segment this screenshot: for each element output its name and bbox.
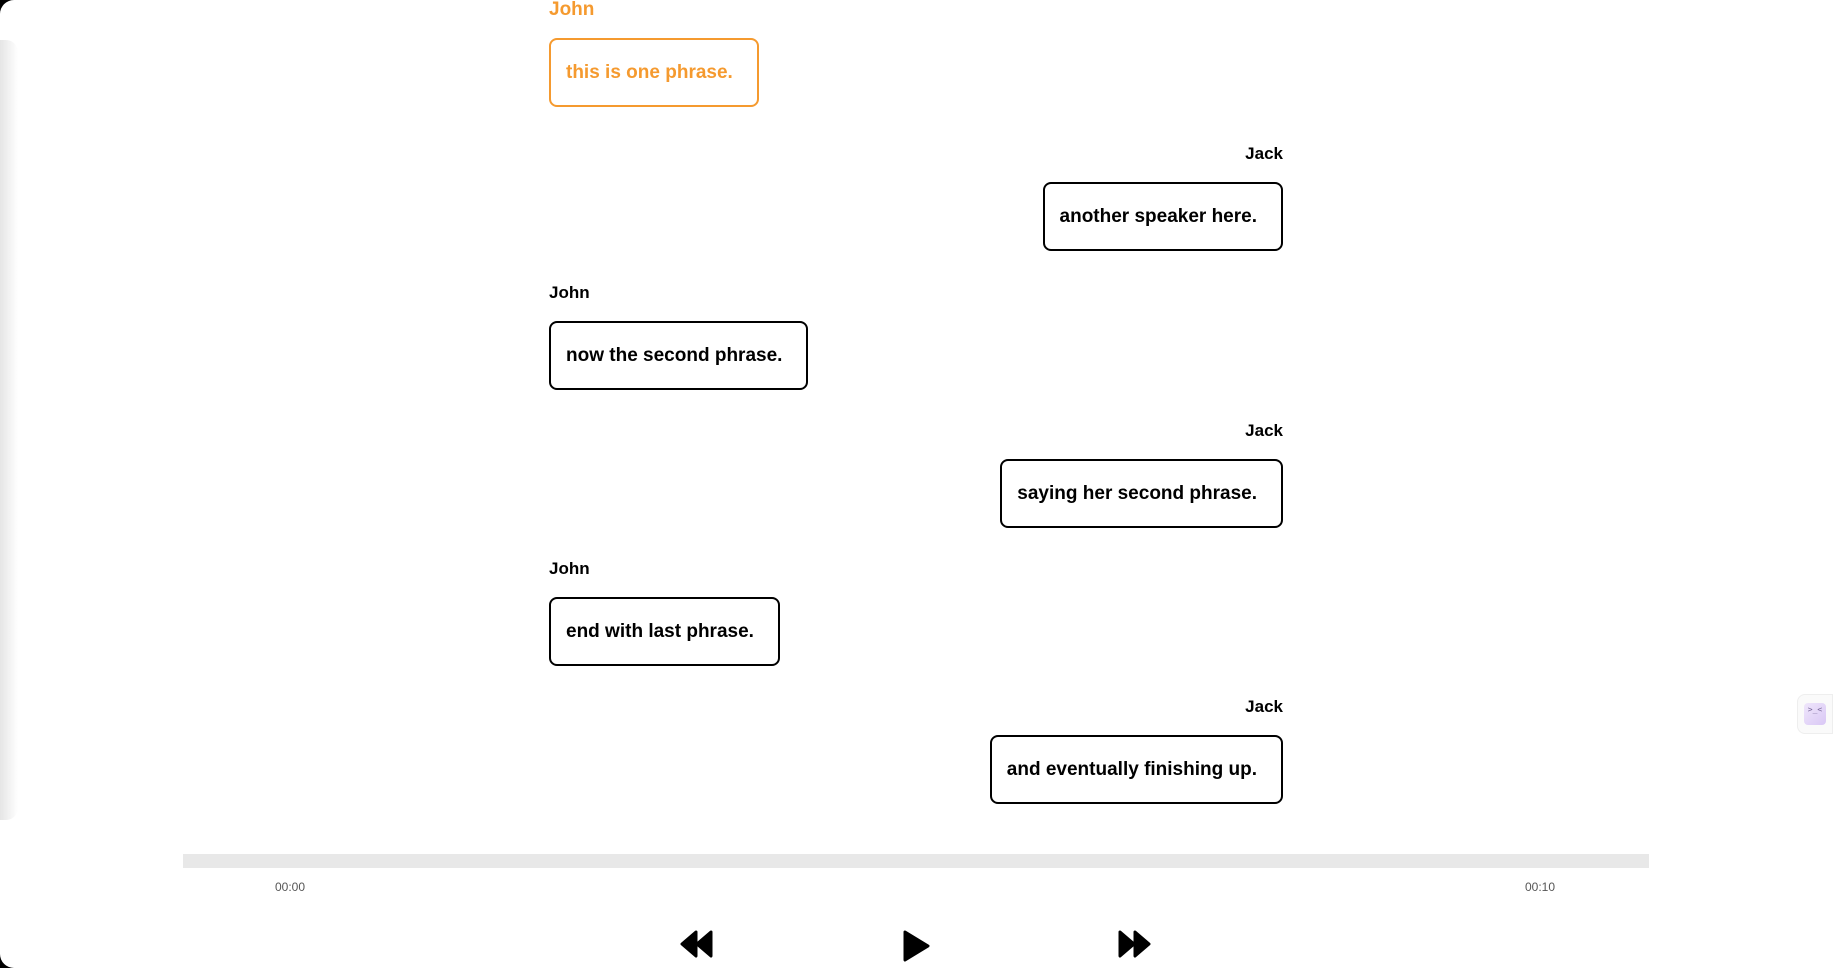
fast-forward-icon <box>1118 930 1151 958</box>
current-time: 00:00 <box>275 880 306 894</box>
phrase-bubble[interactable]: end with last phrase. <box>549 597 780 666</box>
play-icon <box>903 930 930 962</box>
app-window: John this is one phrase. Jack another sp… <box>0 0 1833 968</box>
panel-edge-shadow <box>0 40 18 820</box>
speaker-name: John <box>549 283 590 302</box>
rewind-button[interactable] <box>677 930 717 968</box>
rewind-icon <box>680 930 713 958</box>
speaker-name: Jack <box>1245 697 1283 716</box>
speaker-name: John <box>549 559 590 578</box>
phrase-bubble[interactable]: this is one phrase. <box>549 38 759 107</box>
progress-bar[interactable] <box>183 854 1649 868</box>
extension-widget[interactable]: >_< <box>1797 694 1833 734</box>
fast-forward-button[interactable] <box>1114 930 1154 968</box>
speaker-name: John <box>549 0 595 20</box>
speaker-name: Jack <box>1245 421 1283 440</box>
play-button[interactable] <box>896 930 936 968</box>
speaker-name: Jack <box>1245 144 1283 163</box>
phrase-bubble[interactable]: now the second phrase. <box>549 321 809 390</box>
phrase-bubble[interactable]: and eventually finishing up. <box>989 735 1283 804</box>
phrase-bubble[interactable]: another speaker here. <box>1042 182 1283 251</box>
transcript: John this is one phrase. Jack another sp… <box>549 0 1283 820</box>
extension-icon: >_< <box>1804 703 1826 725</box>
total-duration: 00:10 <box>1525 880 1556 894</box>
phrase-bubble[interactable]: saying her second phrase. <box>1000 459 1283 528</box>
playback-controls <box>0 930 1833 968</box>
